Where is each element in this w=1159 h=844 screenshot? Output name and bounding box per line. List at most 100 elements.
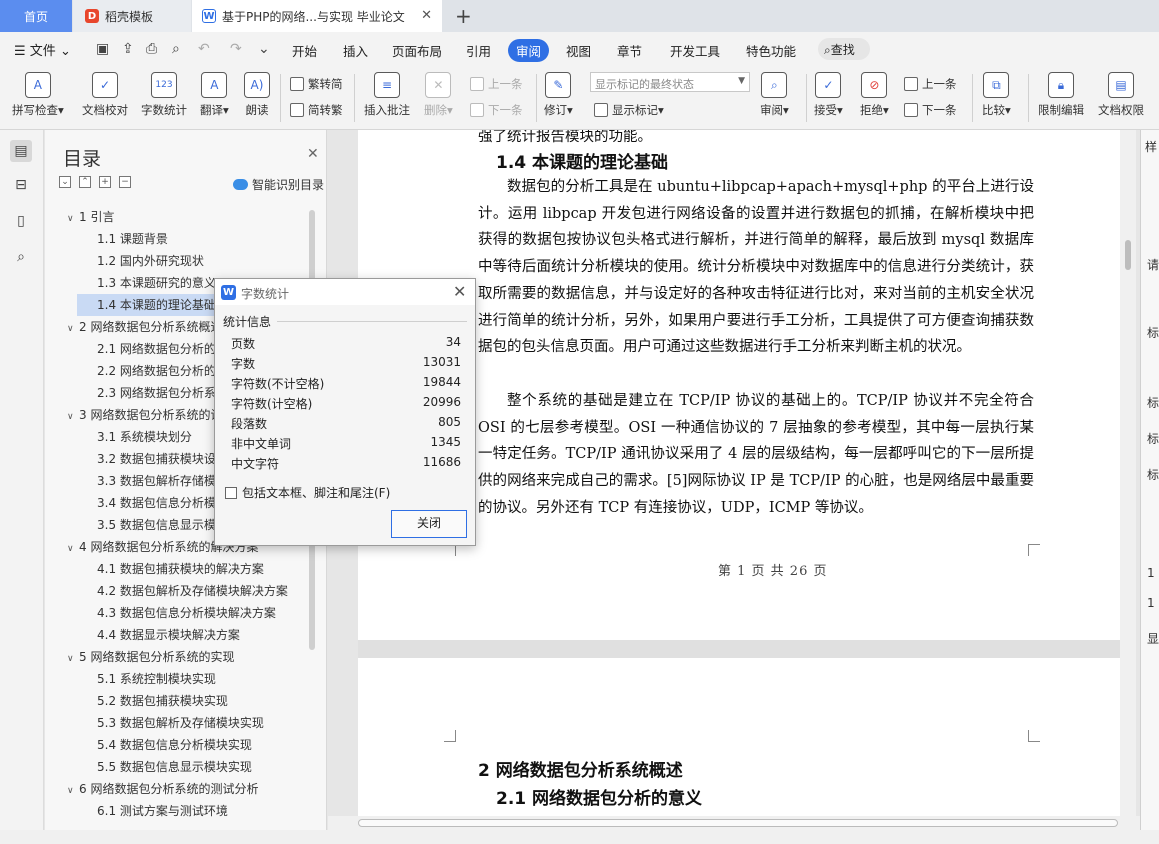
tab-document[interactable]: W 基于PHP的网络...与实现 毕业论文 ✕	[192, 0, 442, 32]
chevron-down-icon[interactable]: ∨	[67, 406, 79, 426]
remove-heading-icon[interactable]: −	[119, 176, 131, 188]
spell-check-button[interactable]: A 拼写检查▾	[12, 72, 64, 118]
toc-item-label: 1 引言	[79, 210, 115, 224]
nav-pane-icon[interactable]: ⊟	[10, 174, 32, 196]
writer-icon: W	[202, 9, 216, 23]
toc-section[interactable]: 5.3 数据包解析及存储模块实现	[45, 712, 315, 734]
chevron-down-icon[interactable]: ∨	[67, 538, 79, 558]
prev-change-button[interactable]: 上一条	[904, 76, 957, 92]
include-textbox-checkbox[interactable]: 包括文本框、脚注和尾注(F)	[225, 484, 390, 501]
menu-layout[interactable]: 页面布局	[392, 41, 442, 60]
insert-comment-button[interactable]: ≡ 插入批注	[364, 72, 410, 118]
ribbon-label: 文档校对	[82, 103, 128, 117]
vertical-scrollbar[interactable]	[1120, 130, 1136, 818]
scroll-thumb[interactable]	[1125, 240, 1131, 270]
chevron-down-icon[interactable]: ∨	[67, 318, 79, 338]
close-button[interactable]: 关闭	[391, 510, 467, 538]
stat-row: 页数 34	[231, 335, 461, 355]
simp-to-trad-button[interactable]: 简转繁	[290, 102, 343, 118]
read-aloud-button[interactable]: A) 朗读	[244, 72, 270, 118]
toc-section[interactable]: 4.1 数据包捕获模块的解决方案	[45, 558, 315, 580]
chevron-down-icon[interactable]: ∨	[67, 780, 79, 800]
scroll-thumb[interactable]	[358, 819, 1118, 827]
toc-chapter[interactable]: ∨ 5 网络数据包分析系统的实现	[45, 646, 315, 668]
doc-proof-button[interactable]: ✓ 文档校对	[82, 72, 128, 118]
reject-button[interactable]: ⊘ 拒绝▾	[860, 72, 889, 118]
prev-comment-button[interactable]: 上一条	[470, 76, 523, 92]
checkbox-box[interactable]	[225, 486, 237, 499]
doc-permission-button[interactable]: ▤ 文档权限	[1098, 72, 1144, 118]
trad-to-simp-button[interactable]: 繁转简	[290, 76, 343, 92]
toc-chapter[interactable]: ∨ 1 引言	[45, 206, 315, 228]
tab-home[interactable]: 首页	[0, 0, 72, 32]
save-icon[interactable]: ▣	[96, 41, 109, 57]
preview-icon[interactable]: ⌕	[172, 41, 180, 57]
toc-section[interactable]: 4.3 数据包信息分析模块解决方案	[45, 602, 315, 624]
translate-icon: A	[201, 72, 228, 98]
smart-toc-button[interactable]: 智能识别目录	[233, 176, 324, 193]
redo-icon[interactable]: ↷	[230, 41, 242, 57]
new-tab-icon[interactable]: +	[455, 4, 472, 28]
show-markup-button[interactable]: 显示标记 ▾	[594, 102, 664, 118]
search-button[interactable]: ⌕查找	[818, 38, 870, 60]
toc-item-label: 1.3 本课题研究的意义	[97, 276, 216, 290]
close-icon[interactable]: ✕	[453, 282, 466, 301]
word-count-button[interactable]: 123 字数统计	[141, 72, 187, 118]
toc-item-label: 1.2 国内外研究现状	[97, 254, 204, 268]
toc-item-label: 3 网络数据包分析系统的设计	[79, 408, 235, 422]
toc-section[interactable]: 5.2 数据包捕获模块实现	[45, 690, 315, 712]
toc-section[interactable]: 6.1 测试方案与测试环境	[45, 800, 315, 822]
close-icon[interactable]: ✕	[307, 146, 319, 162]
toc-chapter[interactable]: ∨ 6 网络数据包分析系统的测试分析	[45, 778, 315, 800]
stat-label: 中文字符	[231, 457, 280, 471]
menu-chapter[interactable]: 章节	[617, 41, 642, 60]
toc-section[interactable]: 1.2 国内外研究现状	[45, 250, 315, 272]
accept-button[interactable]: ✓ 接受▾	[814, 72, 843, 118]
expand-all-icon[interactable]: ⌃	[79, 176, 91, 188]
toc-section[interactable]: 5.4 数据包信息分析模块实现	[45, 734, 315, 756]
collapse-all-icon[interactable]: ⌄	[59, 176, 71, 188]
chevron-down-icon[interactable]: ⌄	[258, 41, 270, 57]
toc-section[interactable]: 5.5 数据包信息显示模块实现	[45, 756, 315, 778]
horizontal-scrollbar[interactable]	[328, 816, 1140, 830]
panel-text: 1	[1147, 596, 1155, 610]
toc-section[interactable]: 1.1 课题背景	[45, 228, 315, 250]
menu-features[interactable]: 特色功能	[746, 41, 796, 60]
next-change-button[interactable]: 下一条	[904, 102, 957, 118]
translate-button[interactable]: A 翻译▾	[200, 72, 229, 118]
toc-section[interactable]: 4.4 数据显示模块解决方案	[45, 624, 315, 646]
menu-insert[interactable]: 插入	[343, 41, 368, 60]
ribbon-label: 审阅	[760, 103, 783, 117]
toc-section[interactable]: 4.2 数据包解析及存储模块解决方案	[45, 580, 315, 602]
paragraph: 数据包的分析工具是在 ubuntu+libpcap+apach+mysql+ph…	[478, 179, 1034, 356]
compare-button[interactable]: ⧉ 比较▾	[982, 72, 1011, 118]
toc-section[interactable]: 5.1 系统控制模块实现	[45, 668, 315, 690]
undo-icon[interactable]: ↶	[198, 41, 210, 57]
menu-start[interactable]: 开始	[292, 41, 317, 60]
menu-dev-tools[interactable]: 开发工具	[670, 41, 720, 60]
restrict-editing-button[interactable]: 🔒︎ 限制编辑	[1038, 72, 1084, 118]
close-icon[interactable]: ✕	[421, 8, 432, 23]
toc-panel-icon[interactable]: ▤	[10, 140, 32, 162]
tab-templates[interactable]: D 稻壳模板	[73, 0, 191, 32]
next-comment-button[interactable]: 下一条	[470, 102, 523, 118]
file-menu[interactable]: ☰ 文件 ⌄	[14, 40, 71, 59]
menu-references[interactable]: 引用	[466, 41, 491, 60]
markup-state-select[interactable]: 显示标记的最终状态 ▼	[590, 72, 750, 92]
docer-icon: D	[85, 9, 99, 23]
add-heading-icon[interactable]: +	[99, 176, 111, 188]
chevron-down-icon[interactable]: ∨	[67, 208, 79, 228]
search-icon[interactable]: ⌕	[10, 246, 32, 268]
bookmark-icon[interactable]: ▯	[10, 210, 32, 232]
export-icon[interactable]: ⇪	[122, 41, 134, 57]
toc-item-label: 2.3 网络数据包分析系统	[97, 386, 228, 400]
delete-comment-button[interactable]: ✕ 删除▾	[424, 72, 453, 118]
dialog-title: 字数统计	[241, 287, 290, 301]
style-panel: 样 请 标 标 标 标 1 1 显	[1140, 130, 1159, 830]
menu-review[interactable]: 审阅	[508, 39, 550, 62]
print-icon[interactable]: ⎙	[146, 41, 157, 57]
menu-view[interactable]: 视图	[566, 41, 591, 60]
track-changes-button[interactable]: ✎ 修订▾	[544, 72, 573, 118]
review-pane-button[interactable]: ⌕ 审阅▾	[760, 72, 789, 118]
chevron-down-icon[interactable]: ∨	[67, 648, 79, 668]
